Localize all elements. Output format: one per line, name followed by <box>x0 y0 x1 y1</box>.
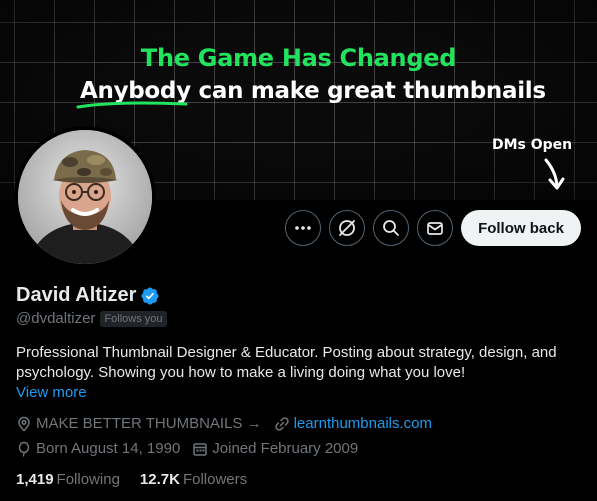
birthday-item: Born August 14, 1990 <box>16 440 180 457</box>
view-more-link[interactable]: View more <box>16 384 87 401</box>
bio-line: psychology. Showing you how to make a li… <box>16 364 466 381</box>
profile-meta-row: MAKE BETTER THUMBNAILS → learnthumbnails… <box>16 415 444 432</box>
underline-swoosh-icon <box>76 101 188 109</box>
banner-subheadline: Anybody can make great thumbnails <box>76 78 547 109</box>
follow-stats: 1,419 Following 12.7K Followers <box>16 471 267 488</box>
curved-arrow-icon <box>544 158 565 190</box>
banner-headline: The Game Has Changed <box>140 44 457 72</box>
balloon-icon <box>18 441 30 457</box>
following-stat[interactable]: 1,419 Following <box>16 471 120 488</box>
banner-sub-rest: can make great thumbnails <box>198 78 547 104</box>
following-count: 1,419 <box>16 471 54 488</box>
display-name: David Altizer <box>16 284 137 306</box>
avatar-photo <box>18 130 152 264</box>
follows-you-badge: Follows you <box>100 310 167 327</box>
joined-date: Joined February 2009 <box>212 440 359 457</box>
avatar[interactable] <box>14 126 156 268</box>
location-pin-icon <box>18 416 30 432</box>
username-handle: @dvdaltizer <box>16 310 96 327</box>
banner-dm-note: DMs Open <box>492 137 573 153</box>
banner-highlight-word: Anybody <box>76 78 199 109</box>
followers-stat[interactable]: 12.7K Followers <box>140 471 247 488</box>
calendar-icon <box>193 442 208 456</box>
handle-row: @dvdaltizer Follows you <box>16 310 167 327</box>
message-icon <box>427 222 443 235</box>
category-text: MAKE BETTER THUMBNAILS → <box>36 415 262 432</box>
more-options-button[interactable] <box>285 210 321 246</box>
more-icon <box>295 226 311 230</box>
following-label: Following <box>56 471 120 488</box>
website-item[interactable]: learnthumbnails.com <box>274 415 432 432</box>
profile-bio: Professional Thumbnail Designer & Educat… <box>16 343 586 383</box>
followers-count: 12.7K <box>139 471 180 488</box>
category-item: MAKE BETTER THUMBNAILS → <box>16 415 262 432</box>
joined-item: Joined February 2009 <box>192 440 358 457</box>
search-profile-button[interactable] <box>373 210 409 246</box>
verified-badge-icon[interactable] <box>140 286 160 306</box>
search-icon <box>383 220 399 236</box>
website-link[interactable]: learnthumbnails.com <box>294 415 432 432</box>
followers-label: Followers <box>182 471 248 488</box>
grok-button[interactable] <box>329 210 365 246</box>
message-button[interactable] <box>417 210 453 246</box>
born-date: Born August 14, 1990 <box>36 440 181 457</box>
profile-name-row: David Altizer <box>16 284 160 307</box>
bio-line: Professional Thumbnail Designer & Educat… <box>16 344 557 361</box>
link-icon <box>274 416 289 431</box>
follow-back-button[interactable]: Follow back <box>461 210 581 246</box>
profile-dates-row: Born August 14, 1990 Joined February 200… <box>16 440 370 457</box>
grok-icon <box>339 220 355 236</box>
